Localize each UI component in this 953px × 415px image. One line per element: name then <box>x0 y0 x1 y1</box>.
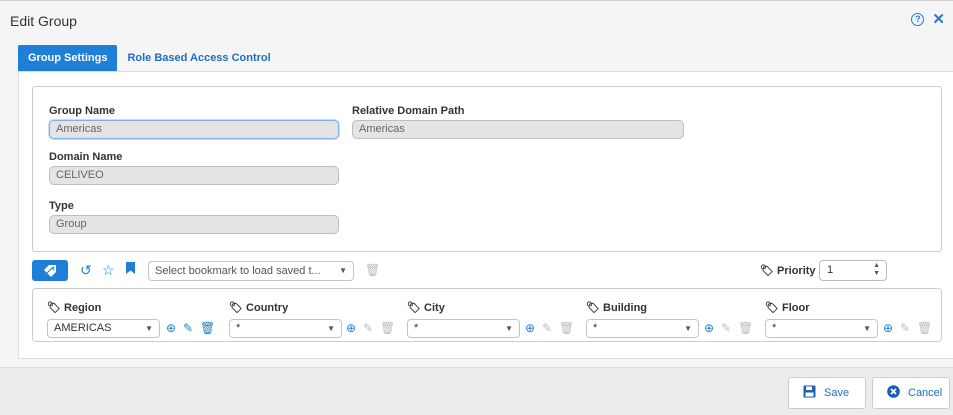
chevron-down-icon: ▼ <box>327 324 335 333</box>
edit-icon[interactable]: ✎ <box>183 320 193 336</box>
dialog-title: Edit Group <box>10 13 77 29</box>
delete-icon: 🗑 <box>559 321 575 335</box>
add-icon[interactable]: ⊕ <box>346 320 356 336</box>
add-icon[interactable]: ⊕ <box>525 320 535 336</box>
edit-icon: ✎ <box>542 321 553 335</box>
priority-label: 🏷 Priority <box>760 265 816 277</box>
bookmark-select-value: Select bookmark to load saved t... <box>155 265 321 277</box>
type-field[interactable]: Group <box>49 215 339 234</box>
edit-icon: ✎ <box>721 321 732 335</box>
region-label: 🏷 Region <box>47 302 102 314</box>
domain-name-label: Domain Name <box>49 151 123 163</box>
group-settings-section: Group Name Americas Relative Domain Path… <box>32 86 942 252</box>
group-name-field[interactable]: Americas <box>49 120 339 139</box>
relative-domain-path-label: Relative Domain Path <box>352 105 465 117</box>
save-button[interactable]: Save <box>788 377 866 409</box>
tab-panel: Group Name Americas Relative Domain Path… <box>18 71 953 359</box>
group-name-label: Group Name <box>49 105 116 117</box>
domain-name-field[interactable]: CELIVEO <box>49 166 339 185</box>
delete-icon: 🗑 <box>917 321 933 335</box>
chevron-down-icon: ▼ <box>145 324 153 333</box>
edit-icon: ✎ <box>900 321 911 335</box>
tags-icon <box>44 265 56 277</box>
floor-select[interactable]: * ▼ <box>765 319 878 338</box>
tag-icon: 🏷 <box>760 265 774 277</box>
add-icon[interactable]: ⊕ <box>883 320 893 336</box>
dialog-footer: Save Cancel <box>0 367 953 415</box>
tab-role-based-access-control[interactable]: Role Based Access Control <box>117 45 280 71</box>
chevron-down-icon: ▼ <box>863 324 871 333</box>
bookmark-select[interactable]: Select bookmark to load saved t... ▼ <box>148 261 354 281</box>
add-icon[interactable]: ⊕ <box>704 320 714 336</box>
filter-toolbar: ↺ ☆ Select bookmark to load saved t... ▼… <box>32 260 942 282</box>
tab-group-settings[interactable]: Group Settings <box>18 45 118 71</box>
spinner-icon[interactable]: ▲ ▼ <box>873 262 880 278</box>
bookmark-icon[interactable] <box>126 262 135 278</box>
location-filters: 🏷 Region AMERICAS ▼ ⊕ ✎ 🗑 🏷 Country * ▼ … <box>32 288 942 342</box>
delete-icon[interactable]: 🗑 <box>200 320 215 336</box>
country-select[interactable]: * ▼ <box>229 319 342 338</box>
country-label: 🏷 Country <box>229 302 289 314</box>
building-label: 🏷 Building <box>586 302 648 314</box>
delete-icon: 🗑 <box>738 321 754 335</box>
city-select[interactable]: * ▼ <box>407 319 520 338</box>
cancel-icon <box>887 385 900 401</box>
add-icon[interactable]: ⊕ <box>166 320 176 336</box>
close-icon[interactable]: ✕ <box>932 12 945 27</box>
delete-bookmark-icon[interactable]: 🗑 <box>365 263 380 277</box>
edit-icon: ✎ <box>363 321 374 335</box>
save-icon <box>803 385 816 401</box>
priority-input[interactable]: 1 ▲ ▼ <box>819 260 887 281</box>
cancel-button[interactable]: Cancel <box>872 377 950 409</box>
delete-icon: 🗑 <box>380 321 396 335</box>
chevron-down-icon: ▼ <box>684 324 692 333</box>
chevron-down-icon: ▼ <box>339 266 347 275</box>
type-label: Type <box>49 200 74 212</box>
chevron-down-icon: ▼ <box>505 324 513 333</box>
region-select[interactable]: AMERICAS ▼ <box>47 319 160 338</box>
help-icon[interactable]: ? <box>911 13 925 26</box>
city-label: 🏷 City <box>407 302 445 314</box>
priority-value: 1 <box>827 264 834 276</box>
dialog-titlebar: Edit Group ? ✕ <box>0 1 953 45</box>
relative-domain-path-field[interactable]: Americas <box>352 120 684 139</box>
floor-label: 🏷 Floor <box>765 302 810 314</box>
tab-bar: Group Settings Role Based Access Control <box>18 45 281 71</box>
building-select[interactable]: * ▼ <box>586 319 699 338</box>
star-icon[interactable]: ☆ <box>102 262 115 278</box>
reset-icon[interactable]: ↺ <box>80 262 92 278</box>
edit-group-dialog: Edit Group ? ✕ Group Settings Role Based… <box>0 0 953 415</box>
tags-button[interactable] <box>32 260 68 281</box>
